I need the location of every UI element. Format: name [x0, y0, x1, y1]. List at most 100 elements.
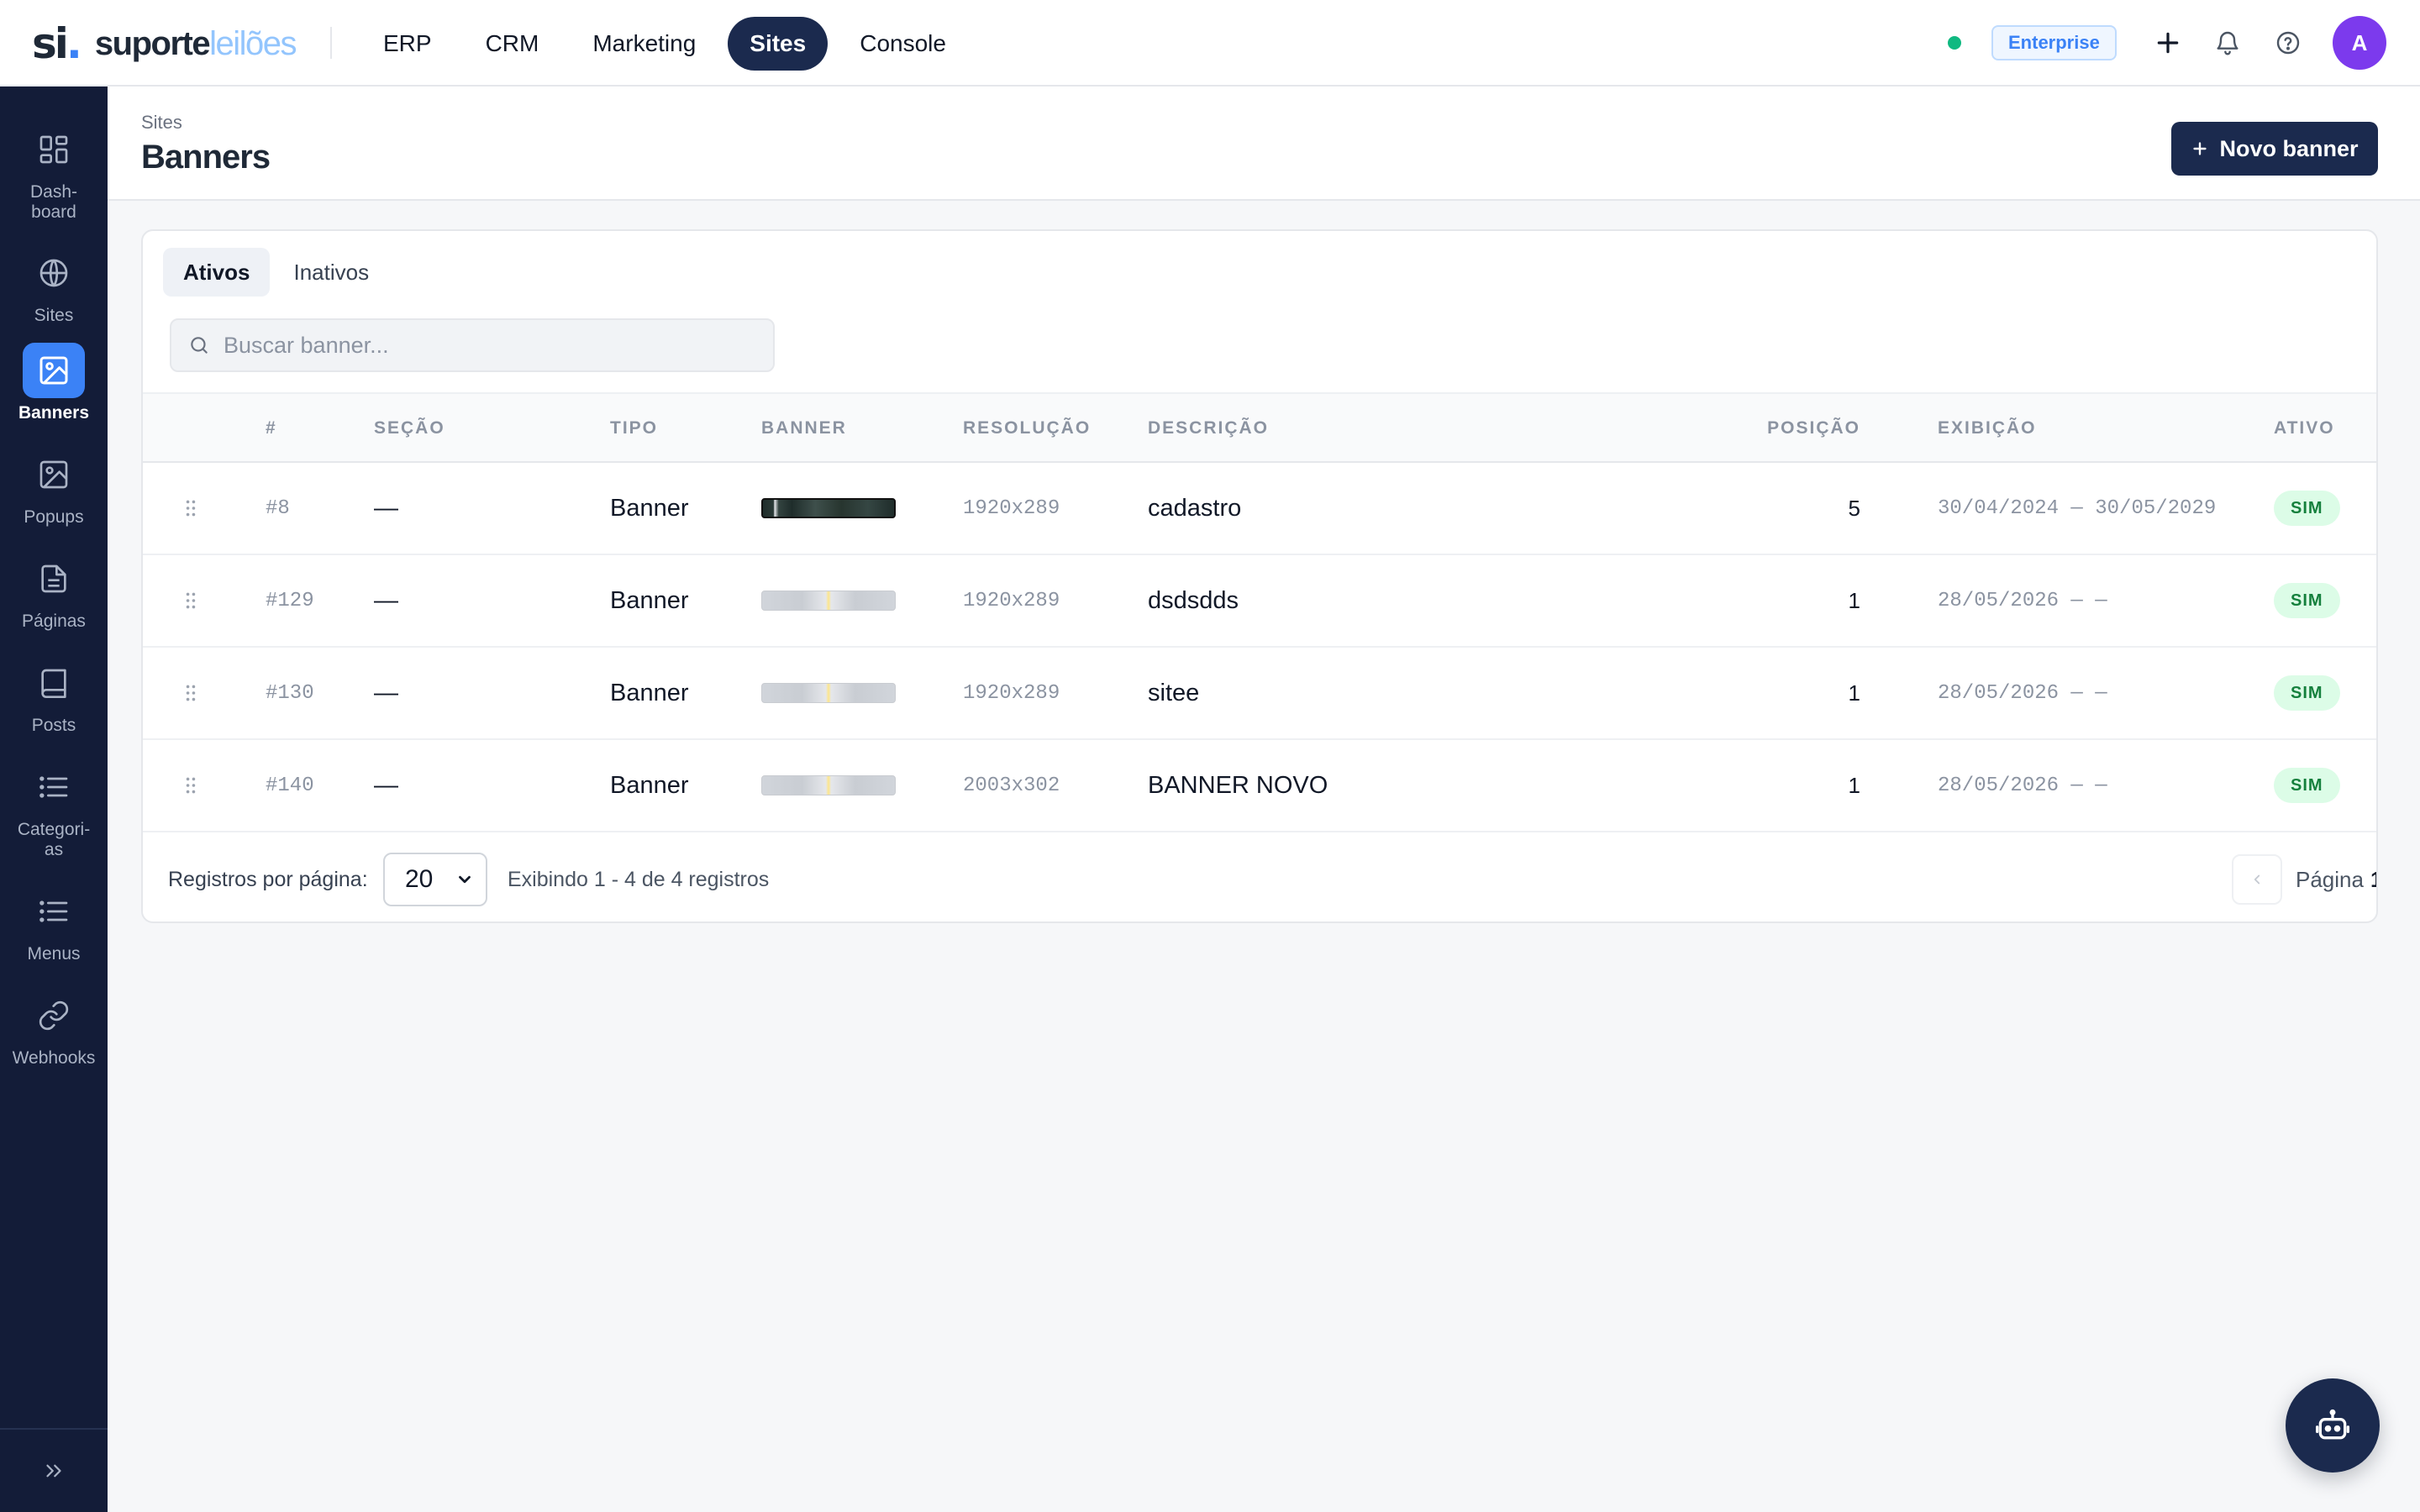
- column-header-descricao[interactable]: DESCRIÇÃO: [1148, 394, 1269, 463]
- row-ativo-badge: SIM: [2274, 463, 2340, 554]
- row-banner-thumbnail[interactable]: [761, 740, 896, 831]
- brand-logo[interactable]: si. suporteleilões: [32, 19, 297, 68]
- row-descricao: dsdsdds: [1148, 586, 1239, 614]
- sidebar-item-categorias[interactable]: Categori- as: [0, 759, 108, 860]
- row-id: #129: [266, 589, 314, 612]
- topnav-crm[interactable]: CRM: [464, 17, 561, 71]
- column-header-posicao[interactable]: POSIÇÃO: [1672, 394, 1860, 463]
- sidebar-expand-button[interactable]: [0, 1428, 108, 1512]
- search-icon: [191, 337, 208, 354]
- column-header-exibicao[interactable]: EXIBIÇÃO: [1938, 394, 2037, 463]
- row-tipo: Banner: [610, 494, 689, 522]
- row-id: #8: [266, 496, 290, 520]
- row-secao: —: [374, 679, 398, 706]
- sidebar-label: Webhooks: [12, 1048, 96, 1068]
- sidebar-label: Menus: [27, 944, 81, 963]
- row-banner-thumbnail[interactable]: [761, 648, 896, 738]
- sidebar-item-sites[interactable]: Sites: [0, 245, 108, 326]
- column-header-secao[interactable]: SEÇÃO: [374, 394, 445, 463]
- row-descricao: BANNER NOVO: [1148, 771, 1328, 799]
- table-row[interactable]: #130 — Banner 1920x289 sitee 1 28/05/202…: [143, 648, 2376, 740]
- topnav-console[interactable]: Console: [838, 17, 968, 71]
- dashboard-icon: [23, 122, 85, 177]
- top-nav: ERP CRM Marketing Sites Console: [361, 17, 968, 71]
- column-header-resolucao[interactable]: RESOLUÇÃO: [963, 394, 1091, 463]
- search-input[interactable]: [224, 332, 761, 359]
- sidebar-item-webhooks[interactable]: Webhooks: [0, 988, 108, 1068]
- row-ativo-badge: SIM: [2274, 740, 2340, 831]
- table-row[interactable]: #140 — Banner 2003x302 BANNER NOVO 1 28/…: [143, 740, 2376, 832]
- row-resolucao: 1920x289: [963, 589, 1060, 612]
- tab-inativos[interactable]: Inativos: [273, 248, 389, 297]
- breadcrumb[interactable]: Sites: [141, 112, 182, 134]
- row-ativo-badge: SIM: [2274, 555, 2340, 646]
- topnav-erp[interactable]: ERP: [361, 17, 454, 71]
- sidebar-item-dashboard[interactable]: Dash- board: [0, 122, 108, 223]
- help-icon[interactable]: [2269, 24, 2307, 62]
- list-icon: [23, 759, 85, 815]
- list-icon: [23, 884, 85, 939]
- link-icon: [23, 988, 85, 1043]
- table-header: # SEÇÃO TIPO BANNER RESOLUÇÃO DESCRIÇÃO …: [143, 392, 2376, 463]
- row-banner-thumbnail[interactable]: [761, 555, 896, 646]
- image-icon: [23, 447, 85, 502]
- sidebar-label: Dash- board: [29, 182, 78, 222]
- table-row[interactable]: #129 — Banner 1920x289 dsdsdds 1 28/05/2…: [143, 555, 2376, 648]
- drag-handle-icon[interactable]: [185, 740, 197, 831]
- search-box: [170, 318, 775, 372]
- drag-handle-icon[interactable]: [185, 555, 197, 646]
- row-exibicao: 28/05/2026 — —: [1938, 681, 2107, 705]
- sidebar: Dash- board Sites Banners Popups Páginas…: [0, 87, 108, 1512]
- row-posicao: 1: [1848, 772, 1860, 798]
- globe-icon: [23, 245, 85, 301]
- image-icon: [23, 343, 85, 398]
- sidebar-item-popups[interactable]: Popups: [0, 447, 108, 528]
- new-banner-button[interactable]: Novo banner: [2171, 122, 2378, 176]
- row-id: #140: [266, 774, 314, 797]
- plus-icon[interactable]: [2149, 24, 2187, 62]
- top-bar: si. suporteleilões ERP CRM Marketing Sit…: [0, 0, 2420, 87]
- row-banner-thumbnail[interactable]: [761, 463, 896, 554]
- chevron-down-icon: [459, 875, 471, 884]
- drag-handle-icon[interactable]: [185, 648, 197, 738]
- sidebar-label: Categori- as: [17, 820, 91, 859]
- book-icon: [23, 655, 85, 711]
- row-resolucao: 2003x302: [963, 774, 1060, 797]
- assistant-bot-button[interactable]: [2286, 1378, 2380, 1473]
- sidebar-item-posts[interactable]: Posts: [0, 655, 108, 736]
- row-tipo: Banner: [610, 586, 689, 614]
- topnav-marketing[interactable]: Marketing: [571, 17, 718, 71]
- column-header-ativo[interactable]: ATIVO: [2274, 394, 2335, 463]
- chevron-left-icon: [2254, 874, 2260, 885]
- sidebar-item-paginas[interactable]: Páginas: [0, 551, 108, 632]
- table-row[interactable]: #8 — Banner 1920x289 cadastro 5 30/04/20…: [143, 463, 2376, 555]
- brand-mark: si.: [32, 19, 82, 68]
- per-page-value: 20: [405, 865, 434, 893]
- sidebar-item-banners[interactable]: Banners: [0, 343, 108, 423]
- divider: [330, 27, 332, 59]
- plus-icon: [2193, 142, 2207, 155]
- row-tipo: Banner: [610, 679, 689, 706]
- row-exibicao: 30/04/2024 — 30/05/2029: [1938, 496, 2217, 520]
- column-header-banner[interactable]: BANNER: [761, 394, 847, 463]
- row-descricao: sitee: [1148, 679, 1200, 706]
- sidebar-label: Posts: [31, 716, 76, 735]
- page-header: Sites Banners Novo banner: [108, 87, 2420, 201]
- column-header-tipo[interactable]: TIPO: [610, 394, 658, 463]
- sidebar-item-menus[interactable]: Menus: [0, 884, 108, 964]
- row-resolucao: 1920x289: [963, 496, 1060, 520]
- per-page-select[interactable]: 20: [383, 853, 487, 906]
- tab-ativos[interactable]: Ativos: [163, 248, 271, 297]
- new-banner-label: Novo banner: [2219, 135, 2359, 161]
- drag-handle-icon[interactable]: [185, 463, 197, 554]
- brand-name: suporteleilões: [94, 25, 297, 62]
- bell-icon[interactable]: [2208, 24, 2247, 62]
- user-avatar[interactable]: A: [2333, 16, 2386, 70]
- row-resolucao: 1920x289: [963, 681, 1060, 705]
- page-indicator: Página 1 de 1: [2296, 866, 2376, 892]
- banners-card: Ativos Inativos # SEÇÃO TIPO BANNER RESO…: [141, 229, 2378, 923]
- row-posicao: 1: [1848, 587, 1860, 613]
- column-header-id[interactable]: #: [266, 394, 277, 463]
- topnav-sites[interactable]: Sites: [728, 17, 829, 71]
- prev-page-button[interactable]: [2232, 854, 2282, 905]
